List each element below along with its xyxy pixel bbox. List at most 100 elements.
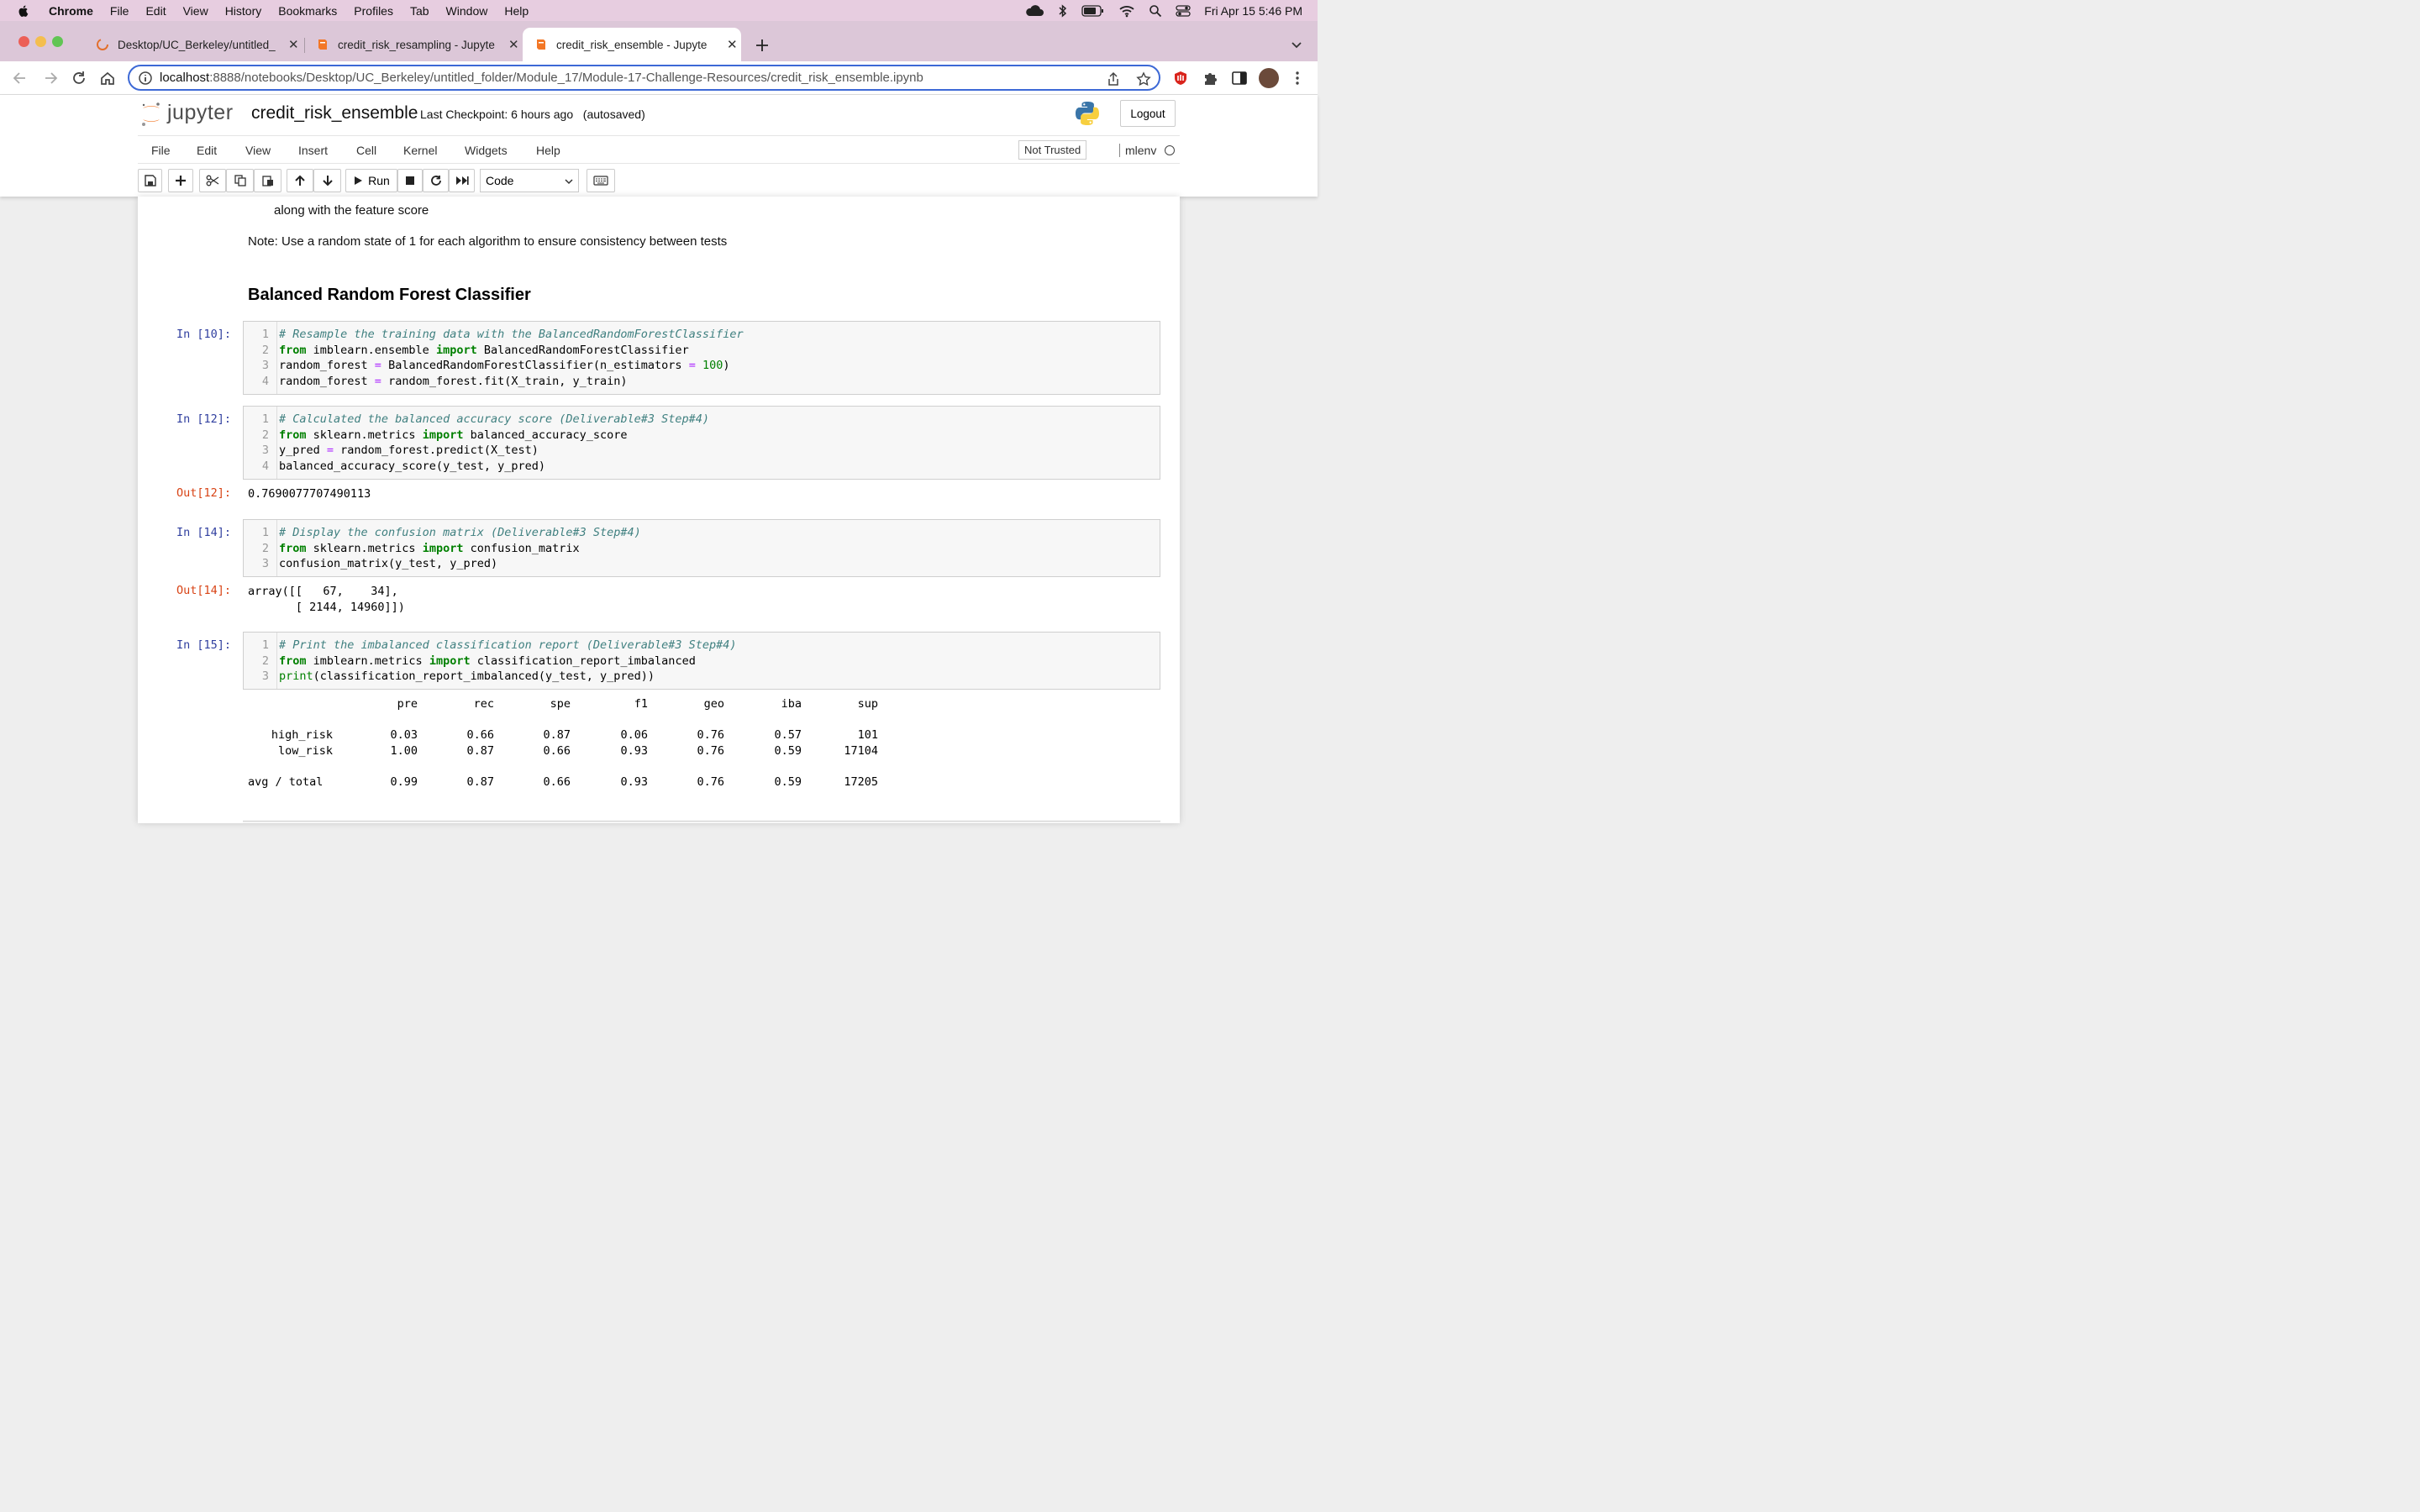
tab-title: Desktop/UC_Berkeley/untitled_ xyxy=(118,38,276,51)
jupyter-logo[interactable]: jupyter xyxy=(140,101,239,128)
menu-help[interactable]: Help xyxy=(504,4,529,18)
window-close-button[interactable] xyxy=(18,36,29,47)
tab-close-icon[interactable]: ✕ xyxy=(288,37,299,52)
copy-cell-button[interactable] xyxy=(226,169,254,192)
menu-edit[interactable]: Edit xyxy=(145,4,166,18)
menu-datetime[interactable]: Fri Apr 15 5:46 PM xyxy=(1204,4,1302,18)
cell-type-select[interactable]: Code xyxy=(480,169,579,192)
chrome-menu-icon[interactable] xyxy=(1292,70,1302,87)
report-header: iba xyxy=(781,697,802,711)
paste-cell-button[interactable] xyxy=(254,169,281,192)
wifi-icon[interactable] xyxy=(1118,4,1135,18)
report-header: sup xyxy=(857,697,878,711)
cloud-icon[interactable] xyxy=(1024,4,1044,18)
run-cell-button[interactable]: Run xyxy=(345,169,397,192)
kernel-name[interactable]: mlenv xyxy=(1119,144,1156,157)
report-cell: 1.00 xyxy=(390,743,418,758)
menu-window[interactable]: Window xyxy=(446,4,488,18)
logout-button[interactable]: Logout xyxy=(1120,100,1176,127)
forward-arrow-icon[interactable] xyxy=(42,70,59,87)
command-palette-button[interactable] xyxy=(587,169,615,192)
notebook-name[interactable]: credit_risk_ensemble xyxy=(251,103,418,123)
report-cell: 101 xyxy=(857,728,878,742)
section-heading: Balanced Random Forest Classifier xyxy=(248,286,531,304)
jupyter-menu-widgets[interactable]: Widgets xyxy=(465,144,508,157)
jupyter-logo-text: jupyter xyxy=(167,101,234,124)
report-header: rec xyxy=(473,697,494,711)
jupyter-menu-edit[interactable]: Edit xyxy=(197,144,217,157)
menu-history[interactable]: History xyxy=(225,4,262,18)
report-cell: 0.66 xyxy=(466,728,494,742)
checkpoint-status: Last Checkpoint: 6 hours ago (autosaved) xyxy=(420,108,645,121)
address-bar[interactable]: localhost:8888/notebooks/Desktop/UC_Berk… xyxy=(128,65,1160,91)
report-row-label: high_risk xyxy=(271,728,333,742)
jupyter-menu-kernel[interactable]: Kernel xyxy=(403,144,437,157)
autosave-text: (autosaved) xyxy=(582,108,645,121)
code-cell[interactable]: 1 # Calculated the balanced accuracy scor… xyxy=(243,406,1160,480)
jupyter-menu-view[interactable]: View xyxy=(245,144,271,157)
control-center-icon[interactable] xyxy=(1176,4,1191,18)
home-icon[interactable] xyxy=(99,70,116,87)
report-cell: 0.59 xyxy=(774,743,802,758)
menu-view[interactable]: View xyxy=(183,4,208,18)
input-prompt: In [12]: xyxy=(176,412,232,426)
tab-close-icon[interactable]: ✕ xyxy=(508,37,519,52)
report-cell: 0.66 xyxy=(543,775,571,789)
menu-tab[interactable]: Tab xyxy=(410,4,429,18)
jupyter-menu-insert[interactable]: Insert xyxy=(298,144,328,157)
browser-tab-ensemble[interactable]: credit_risk_ensemble - Jupyte ✕ xyxy=(523,28,741,61)
interrupt-kernel-button[interactable] xyxy=(397,169,423,192)
battery-icon[interactable] xyxy=(1081,4,1105,17)
site-info-icon[interactable] xyxy=(138,71,153,86)
trust-status-button[interactable]: Not Trusted xyxy=(1018,140,1087,160)
tab-search-chevron-icon[interactable] xyxy=(1290,39,1303,51)
menu-profiles[interactable]: Profiles xyxy=(354,4,393,18)
play-icon xyxy=(355,176,363,185)
move-cell-down-button[interactable] xyxy=(313,169,341,192)
menu-app-name[interactable]: Chrome xyxy=(49,4,93,18)
insert-cell-button[interactable] xyxy=(168,169,193,192)
spotlight-search-icon[interactable] xyxy=(1149,4,1162,18)
chrome-toolbar: localhost:8888/notebooks/Desktop/UC_Berk… xyxy=(0,61,1318,95)
bluetooth-icon[interactable] xyxy=(1058,3,1068,18)
profile-avatar[interactable] xyxy=(1259,68,1279,88)
browser-tab-resampling[interactable]: credit_risk_resampling - Jupyte ✕ xyxy=(304,28,523,61)
chrome-tab-strip: Desktop/UC_Berkeley/untitled_ ✕ credit_r… xyxy=(0,21,1318,61)
arrow-down-icon xyxy=(322,176,333,186)
code-cell[interactable]: 1 # Resample the training data with the B… xyxy=(243,321,1160,395)
code-cell[interactable]: 1 # Print the imbalanced classification r… xyxy=(243,632,1160,690)
extensions-puzzle-icon[interactable] xyxy=(1202,70,1218,87)
menu-file[interactable]: File xyxy=(110,4,129,18)
keyboard-icon xyxy=(593,176,608,186)
apple-icon[interactable] xyxy=(17,4,30,18)
jupyter-menu-file[interactable]: File xyxy=(151,144,171,157)
move-cell-up-button[interactable] xyxy=(287,169,313,192)
jupyter-menu-help[interactable]: Help xyxy=(536,144,560,157)
report-cell: 0.06 xyxy=(620,728,648,742)
extension-shield-icon[interactable] xyxy=(1172,70,1189,87)
markdown-partial-line: along with the feature score xyxy=(274,203,429,218)
new-tab-icon[interactable] xyxy=(755,38,770,53)
menu-bookmarks[interactable]: Bookmarks xyxy=(278,4,337,18)
share-icon[interactable] xyxy=(1107,71,1120,87)
window-zoom-button[interactable] xyxy=(52,36,63,47)
report-cell: 0.87 xyxy=(466,775,494,789)
python-logo-icon xyxy=(1076,102,1099,125)
side-panel-icon[interactable] xyxy=(1231,70,1248,87)
back-arrow-icon[interactable] xyxy=(12,70,29,87)
restart-kernel-button[interactable] xyxy=(423,169,449,192)
plus-icon xyxy=(176,176,186,186)
restart-run-all-button[interactable] xyxy=(449,169,475,192)
report-cell: 0.93 xyxy=(620,743,648,758)
bookmark-star-icon[interactable] xyxy=(1136,71,1151,87)
browser-tab-desktop[interactable]: Desktop/UC_Berkeley/untitled_ ✕ xyxy=(84,28,304,61)
notebook-container: along with the feature score Note: Use a… xyxy=(138,197,1180,823)
jupyter-menu-cell[interactable]: Cell xyxy=(356,144,376,157)
cut-cell-button[interactable] xyxy=(199,169,226,192)
code-cell[interactable]: 1 # Display the confusion matrix (Deliver… xyxy=(243,519,1160,577)
save-button[interactable] xyxy=(138,169,162,192)
reload-icon[interactable] xyxy=(71,70,87,87)
tab-close-icon[interactable]: ✕ xyxy=(727,37,738,52)
jupyter-header: jupyter credit_risk_ensemble Last Checkp… xyxy=(0,95,1318,197)
window-minimize-button[interactable] xyxy=(35,36,46,47)
